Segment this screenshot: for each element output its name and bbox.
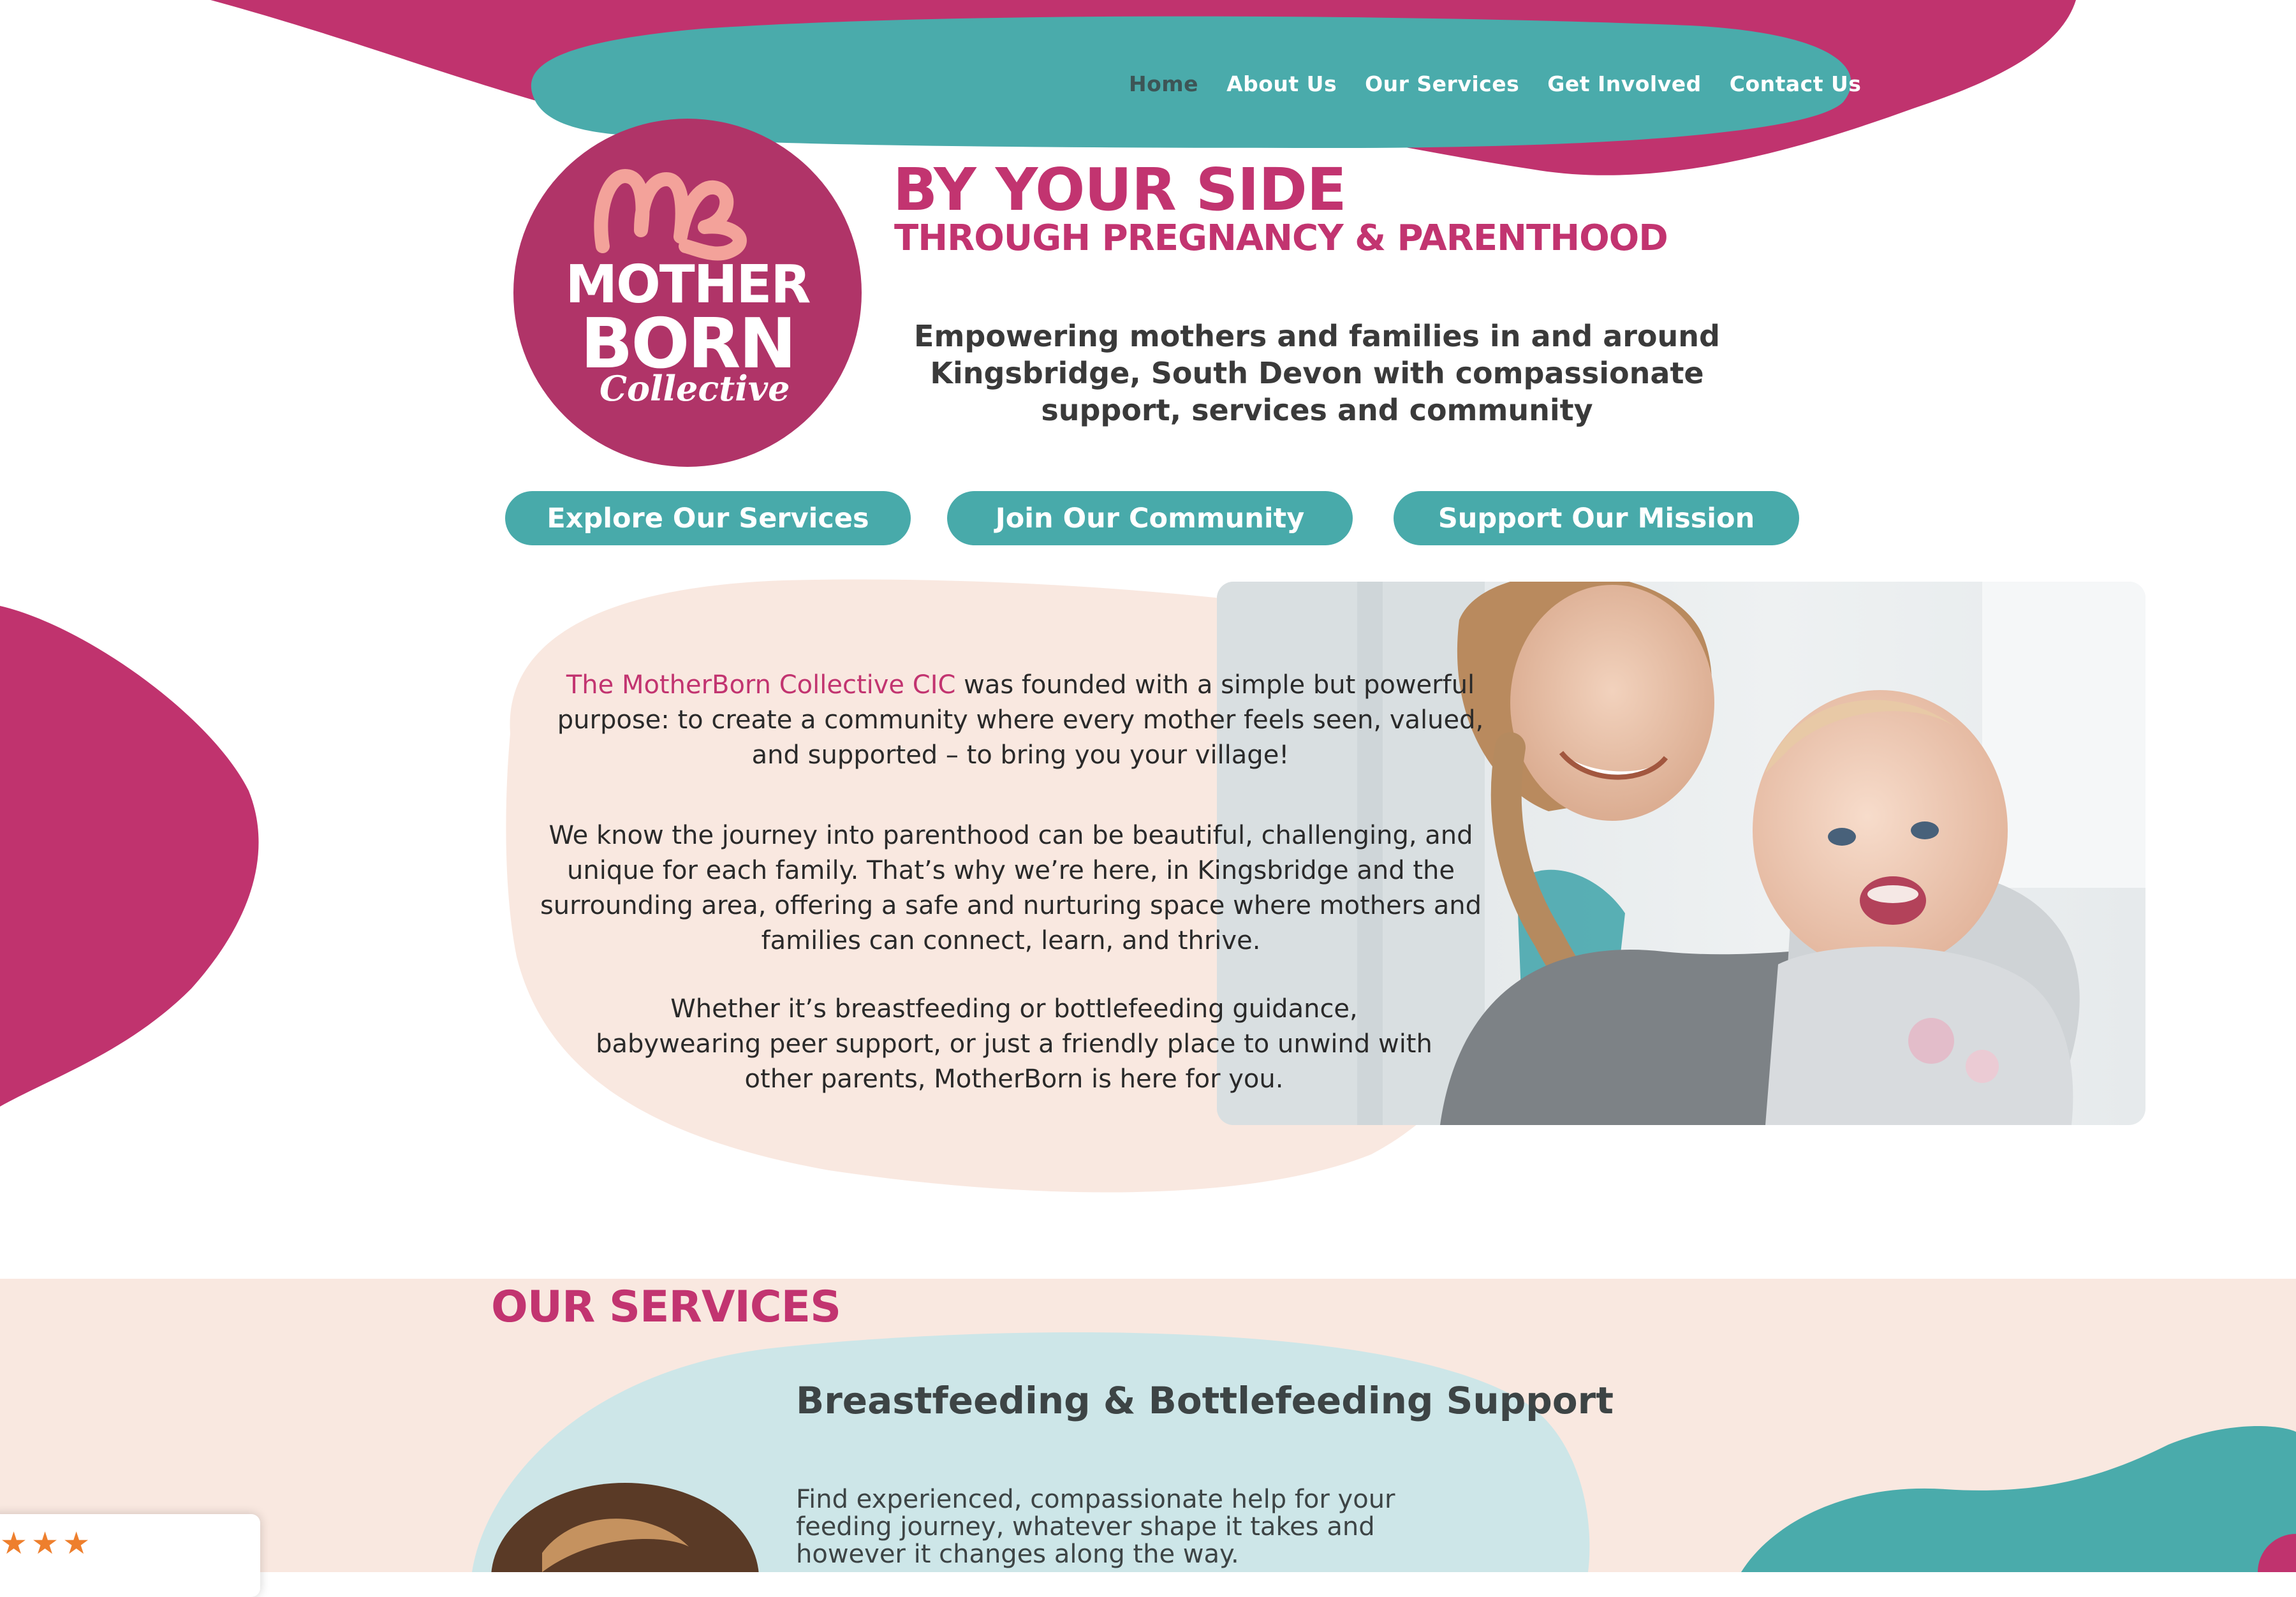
main-nav: Home About Us Our Services Get Involved … [1129,71,1861,96]
rating-stars-icon: ★★★ [0,1526,94,1561]
nav-about-us[interactable]: About Us [1226,71,1337,96]
support-mission-button[interactable]: Support Our Mission [1394,491,1799,545]
explore-services-button[interactable]: Explore Our Services [505,491,911,545]
hero-tagline: Empowering mothers and families in and a… [914,319,1720,427]
intro-paragraph-2: We know the journey into parenthood can … [540,821,1482,955]
org-name-highlight: The MotherBorn Collective CIC [566,670,956,700]
logo-word-collective: Collective [600,368,790,409]
teal-wave-blob [1741,1426,2296,1572]
logo-word-mother: MOTHER [565,254,811,315]
hero-subtitle: THROUGH PREGNANCY & PARENTHOOD [894,217,1668,259]
hero-title: BY YOUR SIDE [893,156,1347,224]
intro-paragraph-1: The MotherBorn Collective CIC was founde… [548,668,1492,773]
services-heading: OUR SERVICES [491,1282,841,1332]
service-card-title[interactable]: Breastfeeding & Bottlefeeding Support [796,1379,1614,1422]
nav-home[interactable]: Home [1129,71,1198,96]
service-card-description: Find experienced, compassionate help for… [796,1485,1395,1569]
nav-contact-us[interactable]: Contact Us [1730,71,1862,96]
motherborn-logo[interactable]: MOTHER BORN Collective [513,119,862,467]
nav-our-services[interactable]: Our Services [1365,71,1519,96]
nav-get-involved[interactable]: Get Involved [1547,71,1702,96]
left-magenta-blob [0,606,259,1107]
join-community-button[interactable]: Join Our Community [947,491,1353,545]
intro-paragraph-3: Whether it’s breastfeeding or bottlefeed… [596,994,1432,1094]
